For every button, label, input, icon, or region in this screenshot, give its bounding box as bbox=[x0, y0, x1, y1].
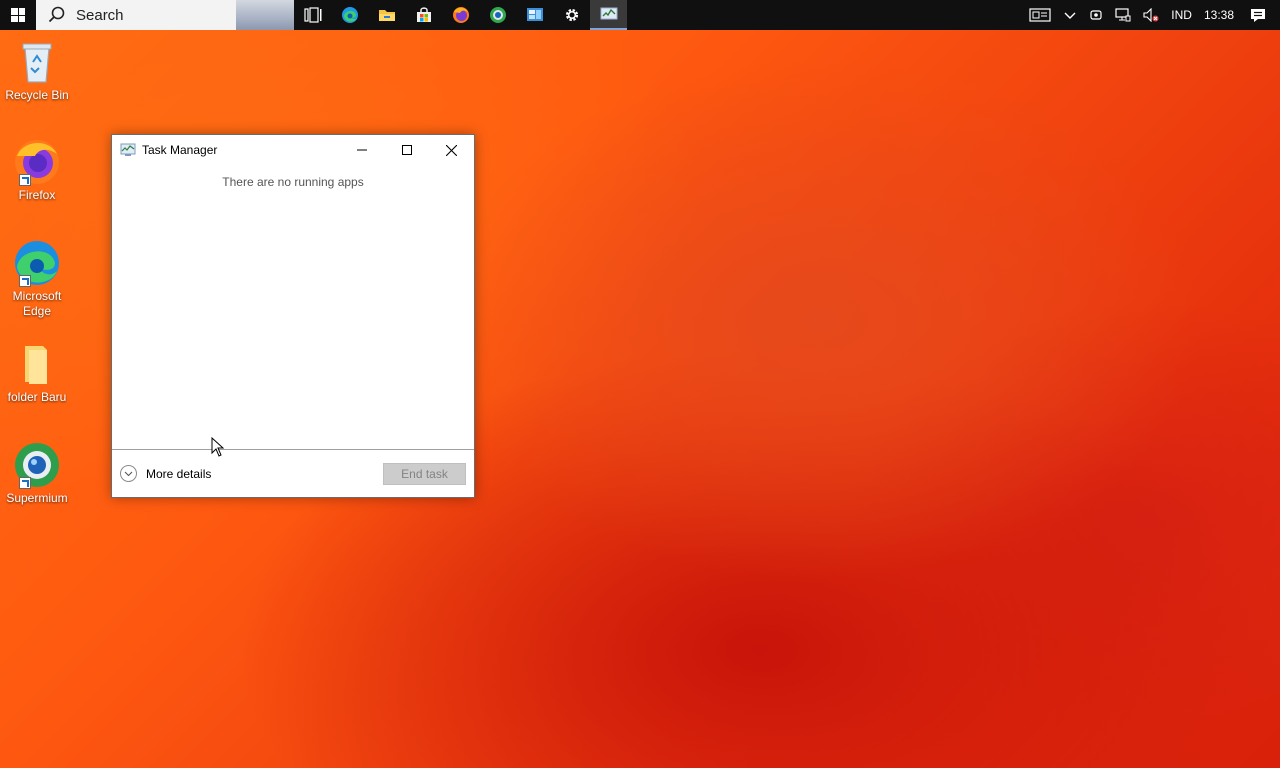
window-footer: More details End task bbox=[112, 449, 474, 497]
desktop-icon-folder-baru[interactable]: folder Baru bbox=[0, 340, 74, 405]
search-placeholder: Search bbox=[76, 6, 124, 24]
desktop-icon-label: Supermium bbox=[6, 491, 68, 505]
shortcut-arrow-icon bbox=[19, 174, 31, 186]
desktop-icon-supermium[interactable]: Supermium bbox=[0, 441, 74, 506]
empty-state-message: There are no running apps bbox=[222, 175, 364, 189]
store-icon[interactable] bbox=[405, 0, 442, 30]
task-manager-icon bbox=[120, 143, 136, 156]
desktop-icon-label: folder Baru bbox=[7, 390, 67, 404]
chevron-up-icon[interactable] bbox=[1057, 0, 1083, 30]
settings-gear-icon[interactable] bbox=[553, 0, 590, 30]
supermium-icon[interactable] bbox=[479, 0, 516, 30]
news-widget-icon[interactable] bbox=[1023, 0, 1057, 30]
mouse-cursor-icon bbox=[211, 437, 225, 457]
volume-muted-icon[interactable] bbox=[1137, 0, 1165, 30]
meet-now-icon[interactable] bbox=[1083, 0, 1109, 30]
desktop-icon-label: Recycle Bin bbox=[5, 88, 69, 102]
start-button[interactable] bbox=[0, 0, 36, 30]
edge-icon[interactable] bbox=[331, 0, 368, 30]
desktop-icon-label: Firefox bbox=[18, 188, 56, 202]
desktop-icon-recycle-bin[interactable]: Recycle Bin bbox=[0, 38, 74, 103]
system-tray: IND 13:38 bbox=[1023, 0, 1280, 30]
windows-logo-icon bbox=[11, 8, 25, 22]
notification-icon[interactable] bbox=[1240, 0, 1280, 30]
more-details-button[interactable]: More details bbox=[120, 465, 211, 482]
firefox-icon[interactable] bbox=[442, 0, 479, 30]
close-button[interactable] bbox=[429, 135, 474, 165]
minimize-icon bbox=[356, 149, 367, 151]
end-task-button[interactable]: End task bbox=[383, 462, 466, 485]
language-indicator[interactable]: IND bbox=[1165, 0, 1198, 30]
control-panel-icon[interactable] bbox=[516, 0, 553, 30]
desktop-icon-label: Microsoft Edge bbox=[12, 289, 62, 318]
file-explorer-icon[interactable] bbox=[368, 0, 405, 30]
close-icon bbox=[446, 144, 457, 156]
app-list: There are no running apps bbox=[112, 165, 474, 449]
more-details-label: More details bbox=[146, 466, 212, 481]
shortcut-arrow-icon bbox=[19, 275, 31, 287]
network-icon[interactable] bbox=[1109, 0, 1137, 30]
chevron-down-icon bbox=[120, 465, 137, 482]
desktop-icon-firefox[interactable]: Firefox bbox=[0, 138, 74, 203]
shortcut-arrow-icon bbox=[19, 477, 31, 489]
search-icon bbox=[48, 6, 65, 23]
maximize-button[interactable] bbox=[384, 135, 429, 165]
desktop-icon-microsoft-edge[interactable]: Microsoft Edge bbox=[0, 239, 74, 319]
maximize-icon bbox=[401, 145, 412, 155]
folder-icon bbox=[13, 340, 61, 388]
supermium-icon bbox=[13, 441, 61, 489]
title-bar[interactable]: Task Manager bbox=[112, 135, 474, 165]
search-highlight-image bbox=[236, 0, 294, 30]
recycle-bin-icon bbox=[13, 38, 61, 86]
task-manager-icon[interactable] bbox=[590, 0, 627, 30]
minimize-button[interactable] bbox=[339, 135, 384, 165]
taskbar-search-box[interactable]: Search bbox=[36, 0, 294, 30]
clock[interactable]: 13:38 bbox=[1198, 0, 1240, 30]
firefox-icon bbox=[13, 138, 61, 186]
edge-icon bbox=[13, 239, 61, 287]
taskbar: Search IND 13:38 bbox=[0, 0, 1280, 30]
task-manager-window: Task Manager There are no running apps M… bbox=[111, 134, 475, 498]
task-view-icon[interactable] bbox=[294, 0, 331, 30]
window-title: Task Manager bbox=[142, 143, 218, 157]
